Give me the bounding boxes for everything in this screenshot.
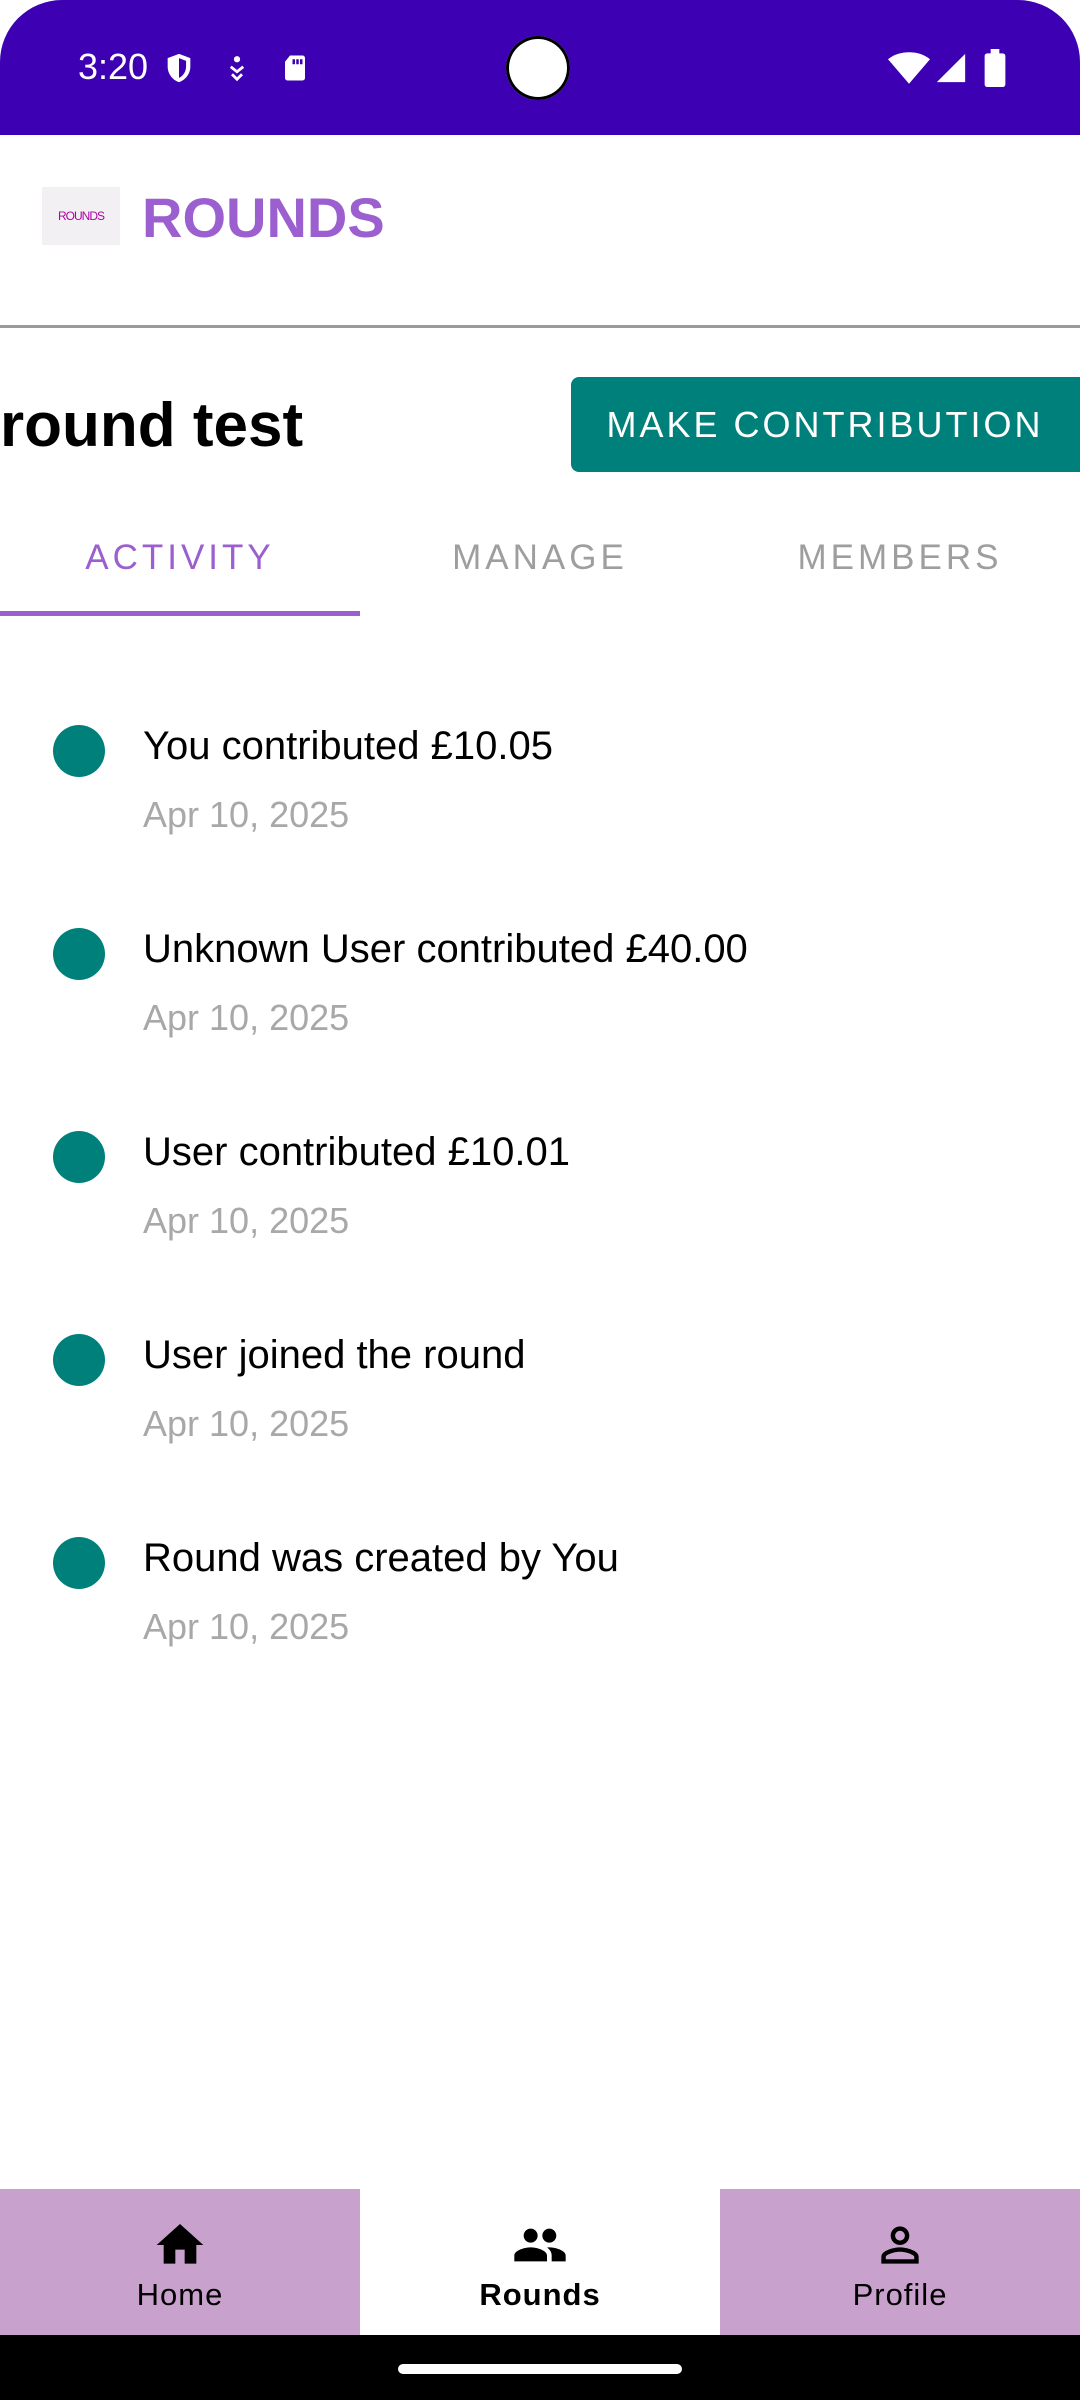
person-icon bbox=[881, 2226, 919, 2264]
activity-item: Unknown User contributed £40.00 Apr 10, … bbox=[0, 913, 1080, 1116]
activity-date: Apr 10, 2025 bbox=[143, 1403, 350, 1444]
make-contribution-button[interactable]: MAKE CONTRIBUTION bbox=[571, 377, 1080, 472]
nav-rounds[interactable]: Rounds bbox=[360, 2189, 720, 2335]
make-contribution-label: MAKE CONTRIBUTION bbox=[606, 403, 1044, 445]
activity-item: User contributed £10.01 Apr 10, 2025 bbox=[0, 1116, 1080, 1319]
app-bar: ROUNDS ROUNDS bbox=[0, 135, 1080, 328]
activity-text: Unknown User contributed £40.00 bbox=[143, 927, 748, 971]
nav-label: Home bbox=[136, 2277, 224, 2312]
activity-text: User contributed £10.01 bbox=[143, 1130, 570, 1174]
timeline-dot bbox=[53, 1537, 105, 1589]
tab-indicator bbox=[0, 611, 360, 616]
accessibility-icon bbox=[222, 50, 252, 86]
app-logo: ROUNDS bbox=[42, 187, 120, 245]
tab-activity[interactable]: ACTIVITY bbox=[0, 500, 360, 615]
activity-item: User joined the round Apr 10, 2025 bbox=[0, 1319, 1080, 1522]
activity-text: You contributed £10.05 bbox=[143, 724, 553, 768]
activity-text: Round was created by You bbox=[143, 1536, 619, 1580]
round-title: round test bbox=[0, 391, 304, 460]
tab-bar: ACTIVITY MANAGE MEMBERS bbox=[0, 500, 1080, 618]
activity-item: You contributed £10.05 Apr 10, 2025 bbox=[0, 710, 1080, 913]
nav-profile[interactable]: Profile bbox=[720, 2189, 1080, 2335]
activity-date: Apr 10, 2025 bbox=[143, 794, 350, 835]
activity-item: Round was created by You Apr 10, 2025 bbox=[0, 1522, 1080, 1725]
group-icon bbox=[514, 2228, 566, 2262]
wifi-icon bbox=[888, 50, 930, 86]
camera-cutout bbox=[506, 36, 570, 100]
tab-label: MEMBERS bbox=[797, 537, 1003, 577]
app-title: ROUNDS bbox=[142, 186, 385, 249]
home-gesture-handle[interactable] bbox=[398, 2364, 682, 2374]
home-icon bbox=[156, 2224, 204, 2264]
activity-text: User joined the round bbox=[143, 1333, 526, 1377]
activity-list: You contributed £10.05 Apr 10, 2025 Unkn… bbox=[0, 710, 1080, 1725]
tab-label: ACTIVITY bbox=[85, 537, 275, 577]
status-time: 3:20 bbox=[78, 46, 149, 87]
sd-card-icon bbox=[280, 50, 310, 86]
tab-label: MANAGE bbox=[452, 537, 628, 577]
timeline-dot bbox=[53, 1334, 105, 1386]
battery-icon bbox=[984, 49, 1006, 87]
timeline-dot bbox=[53, 1131, 105, 1183]
status-bar: 3:20 bbox=[0, 0, 1080, 135]
shield-icon bbox=[162, 50, 196, 86]
nav-label: Rounds bbox=[479, 2277, 601, 2312]
activity-date: Apr 10, 2025 bbox=[143, 1606, 350, 1647]
gesture-bar bbox=[0, 2335, 1080, 2400]
bottom-nav: Home Rounds Profile bbox=[0, 2189, 1080, 2335]
tab-members[interactable]: MEMBERS bbox=[720, 500, 1080, 615]
signal-icon bbox=[934, 50, 968, 86]
activity-date: Apr 10, 2025 bbox=[143, 1200, 350, 1241]
logo-text: ROUNDS bbox=[57, 209, 105, 223]
nav-label: Profile bbox=[852, 2277, 948, 2312]
activity-date: Apr 10, 2025 bbox=[143, 997, 350, 1038]
timeline-dot bbox=[53, 725, 105, 777]
nav-home[interactable]: Home bbox=[0, 2189, 360, 2335]
tab-manage[interactable]: MANAGE bbox=[360, 500, 720, 615]
timeline-dot bbox=[53, 928, 105, 980]
